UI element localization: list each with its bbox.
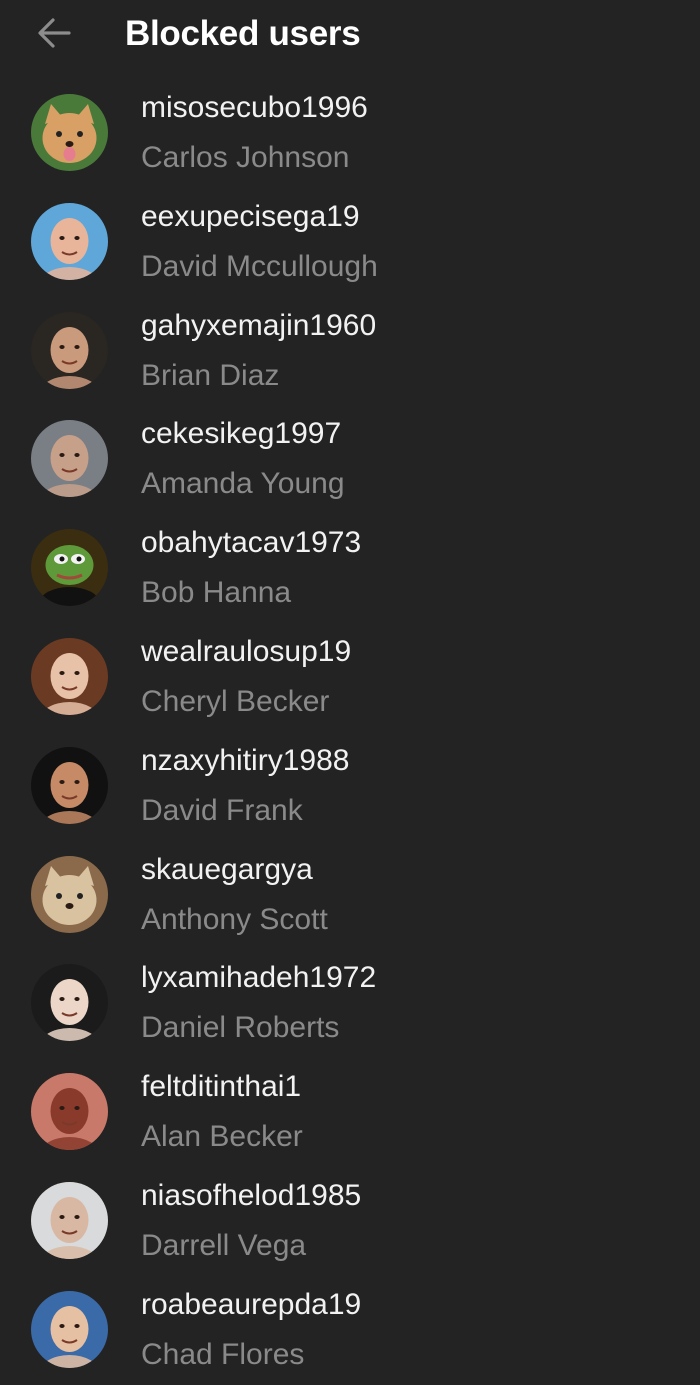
avatar — [31, 637, 108, 715]
frog-avatar-icon — [31, 529, 108, 607]
username: niasofhelod1985 — [141, 1178, 362, 1212]
username: lyxamihadeh1972 — [141, 961, 377, 995]
face-avatar-icon — [31, 637, 108, 715]
blocked-users-list: misosecubo1996 Carlos Johnson eexupecisega… — [0, 79, 700, 1385]
back-button[interactable] — [30, 11, 78, 55]
username: misosecubo1996 — [141, 91, 368, 124]
full-name: Brian Diaz — [141, 358, 280, 392]
blocked-user-row[interactable]: gahyxemajin1960 Brian Diaz — [0, 297, 700, 406]
blocked-user-row[interactable]: eexupecisega19 David Mccullough — [0, 188, 700, 297]
avatar — [31, 1181, 108, 1259]
avatar — [31, 202, 108, 280]
face-avatar-icon — [31, 964, 108, 1042]
full-name: Amanda Young — [141, 467, 345, 501]
face-avatar-icon — [31, 420, 108, 498]
username: gahyxemajin1960 — [141, 308, 377, 342]
avatar — [31, 94, 108, 171]
username: obahytacav1973 — [141, 526, 362, 560]
arrow-left-icon — [38, 18, 71, 48]
full-name: Darrell Vega — [141, 1228, 307, 1262]
blocked-user-row[interactable]: feltditinthai1 Alan Becker — [0, 1058, 700, 1167]
full-name: Anthony Scott — [141, 902, 328, 936]
full-name: Daniel Roberts — [141, 1011, 340, 1045]
blocked-user-row[interactable]: lyxamihadeh1972 Daniel Roberts — [0, 949, 700, 1058]
face-avatar-icon — [31, 1290, 108, 1368]
cat-avatar-icon — [31, 855, 108, 933]
username: wealraulosup19 — [141, 634, 352, 668]
full-name: Carlos Johnson — [141, 141, 350, 174]
avatar — [31, 1290, 108, 1368]
full-name: Cheryl Becker — [141, 684, 330, 718]
dog-avatar-icon — [31, 94, 108, 171]
blocked-user-row[interactable]: wealraulosup19 Cheryl Becker — [0, 623, 700, 732]
avatar — [31, 529, 108, 607]
blocked-user-row[interactable]: obahytacav1973 Bob Hanna — [0, 514, 700, 623]
face-avatar-icon — [31, 746, 108, 824]
blocked-user-row[interactable]: roabeaurepda19 Chad Flores — [0, 1276, 700, 1385]
top-app-bar: Blocked users — [0, 0, 700, 70]
avatar — [31, 1073, 108, 1151]
avatar — [31, 964, 108, 1042]
face-avatar-icon — [31, 1181, 108, 1259]
avatar — [31, 746, 108, 824]
full-name: Alan Becker — [141, 1120, 303, 1154]
page-title: Blocked users — [125, 14, 361, 53]
username: skauegargya — [141, 852, 313, 886]
face-avatar-icon — [31, 1073, 108, 1151]
avatar — [31, 420, 108, 498]
avatar — [31, 311, 108, 389]
full-name: Bob Hanna — [141, 576, 292, 610]
avatar — [31, 855, 108, 933]
blocked-user-row[interactable]: nzaxyhitiry1988 David Frank — [0, 732, 700, 841]
full-name: David Mccullough — [141, 249, 378, 283]
blocked-user-row[interactable]: skauegargya Anthony Scott — [0, 841, 700, 950]
username: eexupecisega19 — [141, 199, 360, 233]
face-avatar-icon — [31, 202, 108, 280]
username: nzaxyhitiry1988 — [141, 743, 350, 777]
face-avatar-icon — [31, 311, 108, 389]
username: cekesikeg1997 — [141, 417, 342, 451]
blocked-user-row[interactable]: misosecubo1996 Carlos Johnson — [0, 79, 700, 188]
blocked-user-row[interactable]: cekesikeg1997 Amanda Young — [0, 405, 700, 514]
blocked-user-row[interactable]: niasofhelod1985 Darrell Vega — [0, 1167, 700, 1276]
full-name: Chad Flores — [141, 1337, 305, 1371]
username: feltditinthai1 — [141, 1070, 302, 1104]
full-name: David Frank — [141, 793, 303, 827]
username: roabeaurepda19 — [141, 1287, 362, 1321]
